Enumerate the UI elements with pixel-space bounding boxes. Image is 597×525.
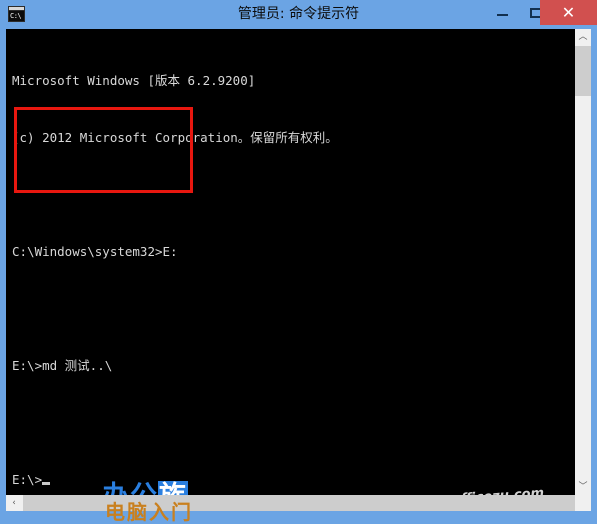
console-line: E:\>md 测试..\ — [12, 358, 113, 373]
command-prompt-window: C:\ 管理员: 命令提示符 ✕ Microsoft Windows [版本 6… — [0, 0, 597, 524]
scroll-left-icon[interactable]: ‹ — [6, 495, 22, 511]
vertical-scrollbar[interactable]: ︿ ﹀ — [575, 29, 591, 495]
horizontal-scrollbar[interactable]: ‹ — [6, 495, 591, 511]
scroll-up-icon[interactable]: ︿ — [575, 29, 591, 45]
console-prompt-text: E:\> — [12, 472, 43, 487]
close-icon: ✕ — [561, 3, 576, 22]
window-titlebar[interactable]: C:\ 管理员: 命令提示符 ✕ — [0, 0, 597, 29]
console-prompt-line: E:\> — [12, 470, 338, 489]
console-line: Microsoft Windows [版本 6.2.9200] — [12, 73, 256, 88]
close-button[interactable]: ✕ — [540, 0, 597, 25]
scroll-down-icon[interactable]: ﹀ — [575, 479, 591, 495]
text-cursor — [42, 482, 51, 485]
console-text: Microsoft Windows [版本 6.2.9200] (c) 2012… — [12, 33, 338, 495]
vertical-scrollbar-thumb[interactable] — [575, 46, 591, 96]
horizontal-scrollbar-thumb[interactable] — [23, 495, 591, 511]
console-line: C:\Windows\system32>E: — [12, 244, 178, 259]
minimize-button[interactable] — [487, 0, 518, 25]
console-line: (c) 2012 Microsoft Corporation。保留所有权利。 — [12, 130, 338, 145]
console-output-area[interactable]: Microsoft Windows [版本 6.2.9200] (c) 2012… — [6, 29, 575, 495]
minimize-icon — [497, 14, 508, 16]
watermark-right-en: officezu.com — [452, 486, 545, 495]
scrollbar-corner — [575, 495, 591, 511]
watermark-officezu-right: officezu.com 办公族 ✓ — [438, 485, 575, 495]
